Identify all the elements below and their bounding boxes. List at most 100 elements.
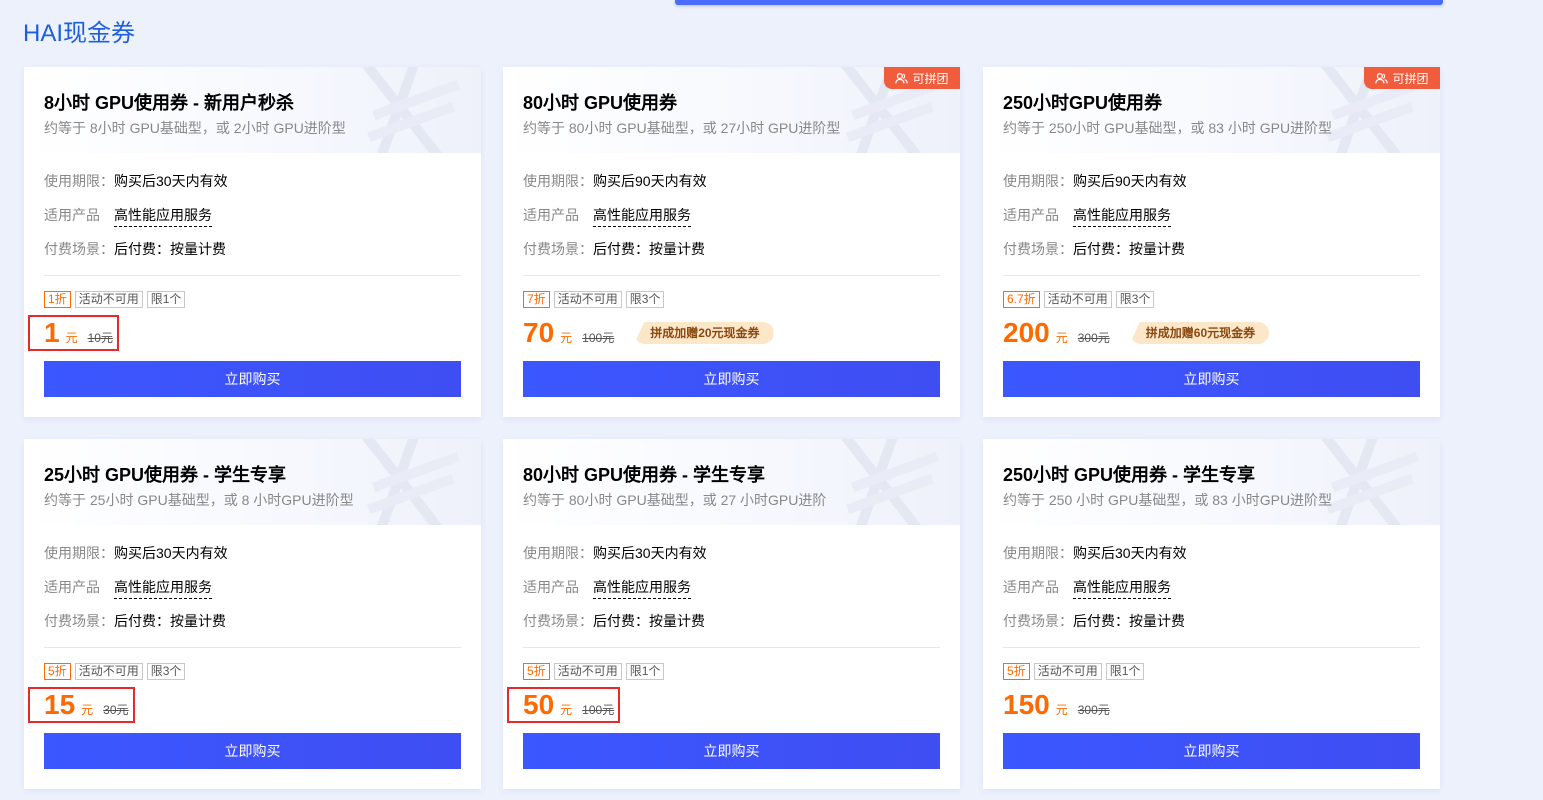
limit-badge: 限3个 (1115, 291, 1155, 308)
product-label: 适用产品 (523, 207, 579, 223)
card-title: 80小时 GPU使用券 (523, 93, 678, 113)
card-title: 80小时 GPU使用券 - 学生专享 (523, 465, 766, 485)
billing-value: 后付费：按量计费 (1073, 241, 1185, 257)
product-link[interactable]: 高性能应用服务 (114, 579, 212, 599)
card-title: 250小时GPU使用券 (1003, 93, 1163, 113)
limit-badge: 限1个 (625, 663, 665, 680)
top-scroll-indicator (675, 0, 1443, 5)
badge-row: 5折 活动不可用 限3个 (44, 663, 186, 680)
activity-badge: 活动不可用 (553, 291, 622, 308)
billing-row: 付费场景：后付费：按量计费 (1003, 239, 1185, 259)
group-buy-ribbon: 可拼团 (884, 67, 960, 89)
card-subtitle: 约等于 8小时 GPU基础型，或 2小时 GPU进阶型 (44, 120, 346, 136)
billing-value: 后付费：按量计费 (593, 241, 705, 257)
product-row: 适用产品 高性能应用服务 (44, 205, 212, 227)
card-header: 25小时 GPU使用券 - 学生专享 约等于 25小时 GPU基础型，或 8 小… (24, 439, 481, 525)
price-line: 150 元 300元 (1003, 687, 1110, 723)
original-price: 300元 (1077, 331, 1110, 345)
divider (44, 275, 461, 276)
product-label: 适用产品 (1003, 207, 1059, 223)
product-link[interactable]: 高性能应用服务 (1073, 579, 1171, 599)
activity-badge: 活动不可用 (553, 663, 622, 680)
buy-now-button[interactable]: 立即购买 (44, 361, 461, 397)
price-line: 70 元 100元 拼成加赠20元现金券 (523, 315, 774, 351)
validity-value: 购买后30天内有效 (593, 545, 707, 561)
validity-value: 购买后90天内有效 (593, 173, 707, 189)
limit-badge: 限3个 (146, 663, 186, 680)
billing-row: 付费场景：后付费：按量计费 (1003, 611, 1185, 631)
billing-label: 付费场景： (1003, 241, 1073, 257)
validity-value: 购买后30天内有效 (114, 173, 228, 189)
price-value: 150 (1003, 689, 1050, 720)
voucher-card: 250小时 GPU使用券 - 学生专享 约等于 250 小时 GPU基础型，或 … (983, 439, 1440, 789)
product-link[interactable]: 高性能应用服务 (593, 579, 691, 599)
product-label: 适用产品 (1003, 579, 1059, 595)
divider (523, 275, 940, 276)
original-price: 100元 (582, 331, 615, 345)
card-title: 250小时 GPU使用券 - 学生专享 (1003, 465, 1256, 485)
card-header: 80小时 GPU使用券 - 学生专享 约等于 80小时 GPU基础型，或 27 … (503, 439, 960, 525)
buy-now-button[interactable]: 立即购买 (1003, 361, 1420, 397)
discount-badge: 7折 (523, 291, 550, 308)
group-buy-label: 可拼团 (1392, 71, 1429, 86)
validity-label: 使用期限： (1003, 173, 1073, 189)
price-currency: 元 (560, 331, 573, 345)
price-highlight-box (28, 315, 119, 351)
badge-row: 5折 活动不可用 限1个 (1003, 663, 1145, 680)
buy-now-button[interactable]: 立即购买 (44, 733, 461, 769)
billing-row: 付费场景：后付费：按量计费 (44, 239, 226, 259)
users-icon (895, 72, 909, 83)
validity-value: 购买后90天内有效 (1073, 173, 1187, 189)
card-title: 25小时 GPU使用券 - 学生专享 (44, 465, 287, 485)
divider (523, 647, 940, 648)
billing-row: 付费场景：后付费：按量计费 (523, 239, 705, 259)
card-header: 8小时 GPU使用券 - 新用户秒杀 约等于 8小时 GPU基础型，或 2小时 … (24, 67, 481, 153)
buy-now-button[interactable]: 立即购买 (523, 733, 940, 769)
discount-badge: 5折 (523, 663, 550, 680)
product-row: 适用产品 高性能应用服务 (44, 577, 212, 599)
card-subtitle: 约等于 250小时 GPU基础型，或 83 小时 GPU进阶型 (1003, 120, 1333, 136)
product-row: 适用产品 高性能应用服务 (523, 577, 691, 599)
product-label: 适用产品 (44, 207, 100, 223)
section-title: HAI现金券 (23, 20, 136, 47)
buy-now-button[interactable]: 立即购买 (1003, 733, 1420, 769)
activity-badge: 活动不可用 (74, 291, 143, 308)
validity-value: 购买后30天内有效 (1073, 545, 1187, 561)
validity-label: 使用期限： (44, 545, 114, 561)
product-link[interactable]: 高性能应用服务 (114, 207, 212, 227)
yen-watermark-icon (361, 67, 460, 153)
buy-now-button[interactable]: 立即购买 (523, 361, 940, 397)
yen-watermark-icon (361, 439, 460, 525)
validity-value: 购买后30天内有效 (114, 545, 228, 561)
product-link[interactable]: 高性能应用服务 (593, 207, 691, 227)
product-label: 适用产品 (523, 579, 579, 595)
billing-label: 付费场景： (44, 241, 114, 257)
discount-badge: 5折 (1003, 663, 1030, 680)
validity-row: 使用期限：购买后30天内有效 (1003, 543, 1187, 563)
price-line: 200 元 300元 拼成加赠60元现金券 (1003, 315, 1270, 351)
billing-value: 后付费：按量计费 (593, 613, 705, 629)
group-buy-label: 可拼团 (912, 71, 949, 86)
divider (1003, 647, 1420, 648)
card-title: 8小时 GPU使用券 - 新用户秒杀 (44, 93, 295, 113)
discount-badge: 5折 (44, 663, 71, 680)
badge-row: 1折 活动不可用 限1个 (44, 291, 186, 308)
price-value: 70 (523, 317, 555, 348)
product-row: 适用产品 高性能应用服务 (1003, 577, 1171, 599)
validity-row: 使用期限：购买后30天内有效 (44, 543, 228, 563)
billing-value: 后付费：按量计费 (114, 613, 226, 629)
billing-label: 付费场景： (523, 613, 593, 629)
voucher-card: 250小时GPU使用券 约等于 250小时 GPU基础型，或 83 小时 GPU… (983, 67, 1440, 417)
activity-badge: 活动不可用 (74, 663, 143, 680)
discount-badge: 1折 (44, 291, 71, 308)
validity-label: 使用期限： (523, 173, 593, 189)
group-bonus-tag: 拼成加赠20元现金券 (634, 322, 774, 344)
product-link[interactable]: 高性能应用服务 (1073, 207, 1171, 227)
voucher-card: 80小时 GPU使用券 - 学生专享 约等于 80小时 GPU基础型，或 27 … (503, 439, 960, 789)
validity-label: 使用期限： (1003, 545, 1073, 561)
validity-row: 使用期限：购买后90天内有效 (1003, 171, 1187, 191)
yen-watermark-icon (840, 439, 939, 525)
voucher-card: 25小时 GPU使用券 - 学生专享 约等于 25小时 GPU基础型，或 8 小… (24, 439, 481, 789)
product-label: 适用产品 (44, 579, 100, 595)
limit-badge: 限1个 (1105, 663, 1145, 680)
